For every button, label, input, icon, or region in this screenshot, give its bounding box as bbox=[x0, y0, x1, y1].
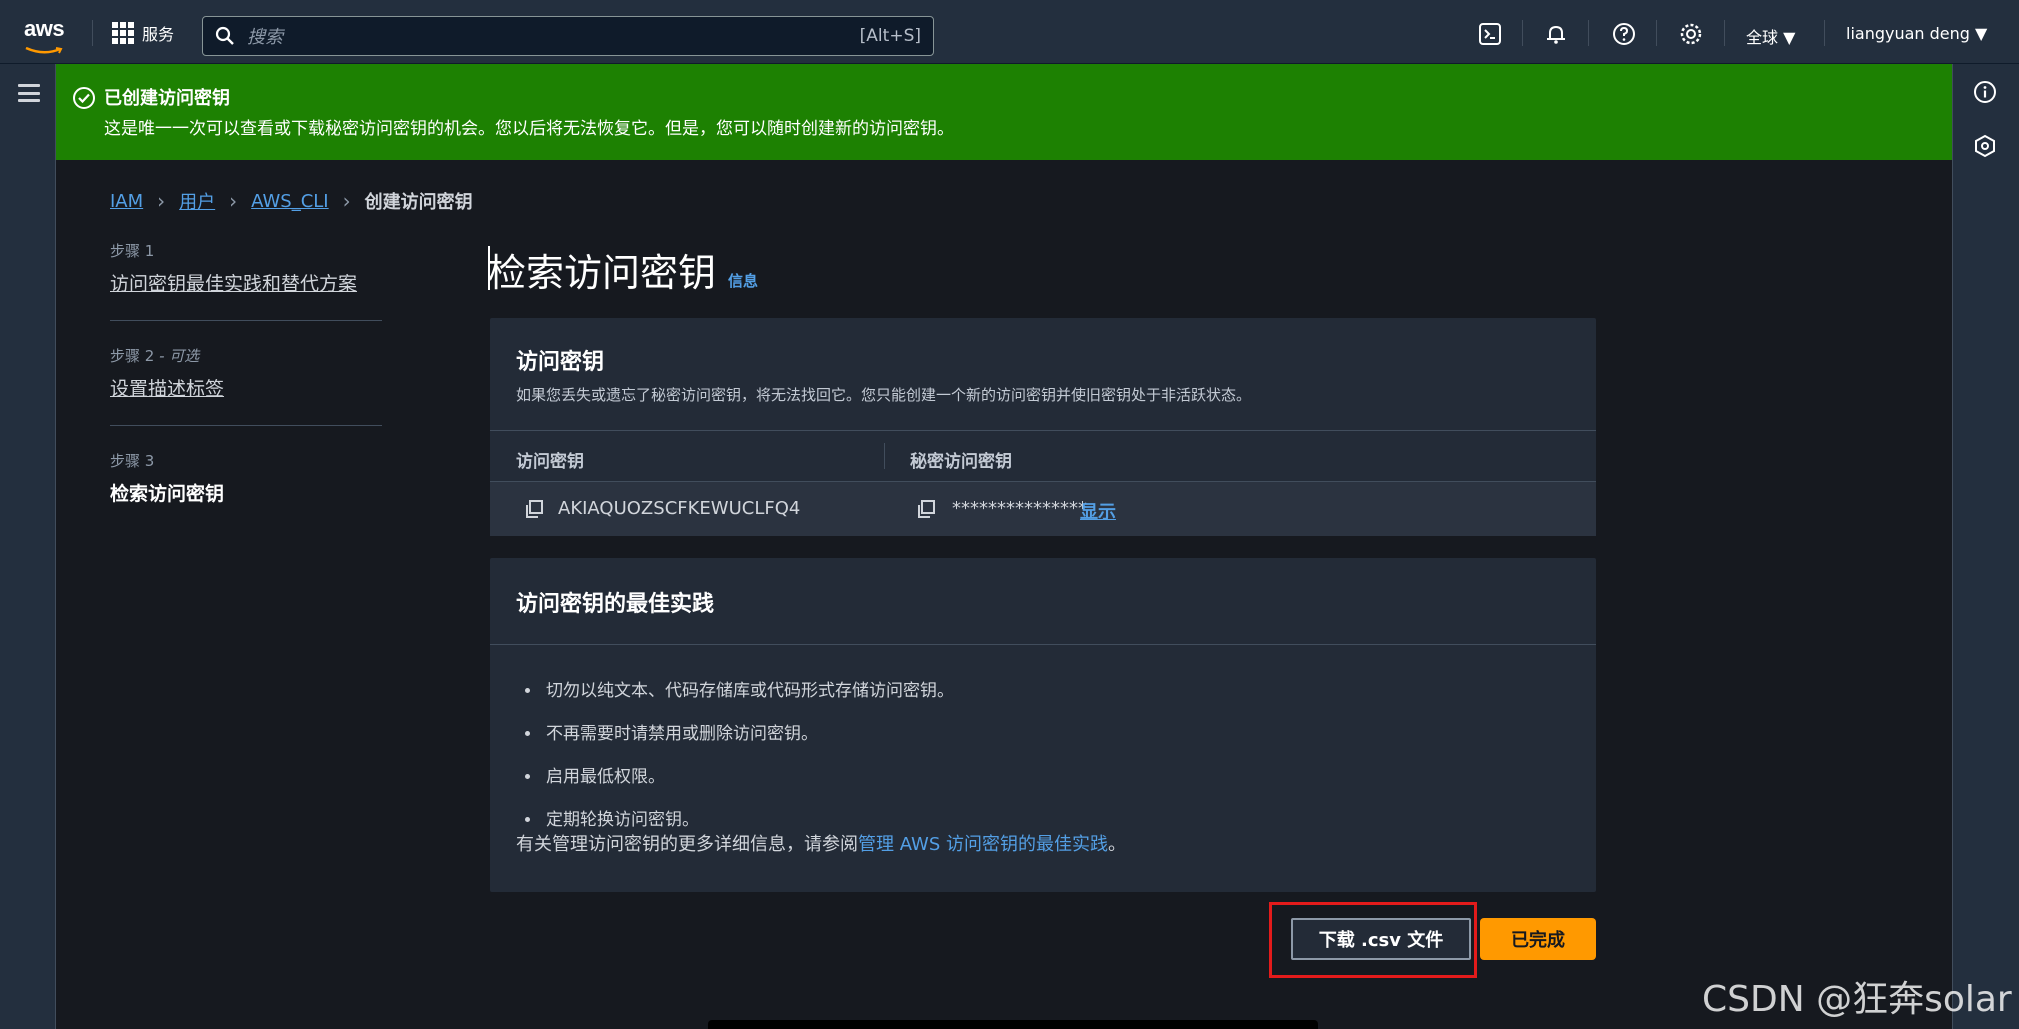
step-optional-label: - 可选 bbox=[154, 347, 200, 365]
chevron-right-icon: › bbox=[229, 189, 238, 213]
cloudshell-icon[interactable] bbox=[1478, 22, 1502, 46]
nav-separator bbox=[1522, 20, 1523, 46]
step-current-retrieve: 检索访问密钥 bbox=[110, 483, 225, 505]
divider bbox=[490, 644, 1596, 645]
top-navigation: aws 服务 搜索 [Alt+S] 全球 ▼ liangyuan deng ▼ bbox=[0, 0, 2019, 64]
hamburger-menu-icon[interactable] bbox=[18, 84, 40, 102]
gear-icon[interactable] bbox=[1679, 22, 1703, 46]
search-shortcut-hint: [Alt+S] bbox=[859, 26, 921, 46]
breadcrumb-aws-cli[interactable]: AWS_CLI bbox=[251, 191, 328, 212]
copy-icon[interactable] bbox=[524, 499, 544, 519]
left-navigation-rail bbox=[0, 64, 56, 1029]
success-flash-banner: 已创建访问密钥 这是唯一一次可以查看或下载秘密访问密钥的机会。您以后将无法恢复它… bbox=[56, 64, 1952, 160]
list-item: 不再需要时请禁用或删除访问密钥。 bbox=[542, 719, 954, 744]
list-item: 定期轮换访问密钥。 bbox=[542, 805, 954, 830]
access-key-title: 访问密钥 bbox=[516, 350, 605, 375]
chevron-right-icon: › bbox=[342, 189, 351, 213]
step-link-tags[interactable]: 设置描述标签 bbox=[110, 374, 382, 401]
aws-logo-text: aws bbox=[24, 16, 65, 41]
search-placeholder: 搜索 bbox=[247, 27, 283, 48]
search-icon bbox=[215, 26, 234, 45]
cube-icon[interactable] bbox=[1973, 134, 1997, 158]
account-menu[interactable]: liangyuan deng ▼ bbox=[1846, 24, 1987, 43]
help-icon[interactable] bbox=[1612, 22, 1636, 46]
more-info-text: 有关管理访问密钥的更多详细信息，请参阅管理 AWS 访问密钥的最佳实践。 bbox=[516, 834, 1126, 855]
step-number: 步骤 1 bbox=[110, 242, 155, 260]
breadcrumb-current: 创建访问密钥 bbox=[364, 192, 473, 213]
nav-separator bbox=[1656, 20, 1657, 46]
access-key-value: AKIAQUOZSCFKEWUCLFQ4 bbox=[558, 498, 801, 519]
bottom-bar bbox=[708, 1020, 1318, 1029]
best-practices-link[interactable]: 管理 AWS 访问密钥的最佳实践 bbox=[858, 834, 1108, 855]
search-input[interactable]: 搜索 [Alt+S] bbox=[202, 16, 934, 56]
step-number: 步骤 2 - 可选 bbox=[110, 347, 200, 365]
success-check-icon bbox=[73, 87, 95, 109]
wizard-step-2: 步骤 2 - 可选 设置描述标签 bbox=[110, 345, 382, 426]
access-key-header: 访问密钥 如果您丢失或遗忘了秘密访问密钥，将无法找回它。您只能创建一个新的访问密… bbox=[516, 344, 1251, 405]
nav-separator bbox=[1824, 20, 1825, 46]
show-secret-link[interactable]: 显示 bbox=[1080, 498, 1116, 524]
best-practices-title: 访问密钥的最佳实践 bbox=[516, 592, 715, 617]
access-key-description: 如果您丢失或遗忘了秘密访问密钥，将无法找回它。您只能创建一个新的访问密钥并使旧密… bbox=[516, 386, 1252, 404]
region-selector[interactable]: 全球 ▼ bbox=[1746, 24, 1795, 48]
watermark: CSDN @狂奔solar bbox=[1702, 979, 2012, 1020]
nav-separator bbox=[1588, 20, 1589, 46]
access-key-container: 访问密钥 如果您丢失或遗忘了秘密访问密钥，将无法找回它。您只能创建一个新的访问密… bbox=[490, 318, 1596, 536]
done-button[interactable]: 已完成 bbox=[1480, 918, 1596, 960]
wizard-step-3: 步骤 3 检索访问密钥 bbox=[110, 450, 382, 530]
column-divider bbox=[884, 443, 885, 469]
secret-key-masked: *************** bbox=[952, 498, 1087, 519]
column-header-secret-key: 秘密访问密钥 bbox=[910, 452, 1012, 472]
page-header: 检索访问密钥 信息 bbox=[488, 242, 758, 297]
best-practices-container: 访问密钥的最佳实践 切勿以纯文本、代码存储库或代码形式存储访问密钥。 不再需要时… bbox=[490, 558, 1596, 892]
step-number: 步骤 3 bbox=[110, 452, 155, 470]
breadcrumb: IAM › 用户 › AWS_CLI › 创建访问密钥 bbox=[110, 188, 473, 214]
download-csv-button[interactable]: 下载 .csv 文件 bbox=[1291, 918, 1471, 960]
nav-separator bbox=[92, 20, 93, 46]
column-header-access-key: 访问密钥 bbox=[516, 452, 584, 472]
services-label: 服务 bbox=[142, 25, 175, 44]
right-tools-rail bbox=[1952, 64, 2019, 1029]
breadcrumb-iam[interactable]: IAM bbox=[110, 191, 143, 212]
copy-icon[interactable] bbox=[916, 499, 936, 519]
flash-title: 已创建访问密钥 bbox=[104, 88, 230, 109]
flash-message: 这是唯一一次可以查看或下载秘密访问密钥的机会。您以后将无法恢复它。但是，您可以随… bbox=[104, 119, 954, 139]
page-title: 检索访问密钥 bbox=[488, 251, 717, 295]
bell-icon[interactable] bbox=[1544, 22, 1568, 46]
breadcrumb-users[interactable]: 用户 bbox=[179, 188, 215, 214]
list-item: 启用最低权限。 bbox=[542, 762, 954, 787]
aws-logo[interactable]: aws bbox=[24, 16, 68, 54]
info-link[interactable]: 信息 bbox=[728, 270, 758, 291]
list-item: 切勿以纯文本、代码存储库或代码形式存储访问密钥。 bbox=[542, 676, 954, 701]
aws-smile-icon bbox=[25, 46, 63, 54]
best-practices-header: 访问密钥的最佳实践 bbox=[516, 586, 714, 618]
info-icon[interactable] bbox=[1973, 80, 1997, 104]
best-practices-list: 切勿以纯文本、代码存储库或代码形式存储访问密钥。 不再需要时请禁用或删除访问密钥… bbox=[542, 676, 954, 848]
services-menu[interactable]: 服务 bbox=[112, 20, 174, 46]
grid-icon bbox=[112, 22, 134, 44]
chevron-right-icon: › bbox=[157, 189, 166, 213]
table-header: 访问密钥 秘密访问密钥 bbox=[490, 430, 1596, 482]
table-row: AKIAQUOZSCFKEWUCLFQ4 *************** 显示 bbox=[490, 482, 1596, 536]
wizard-steps: 步骤 1 访问密钥最佳实践和替代方案 步骤 2 - 可选 设置描述标签 步骤 3… bbox=[110, 240, 382, 554]
step-link-best-practices[interactable]: 访问密钥最佳实践和替代方案 bbox=[110, 269, 382, 296]
nav-separator bbox=[1724, 20, 1725, 46]
wizard-step-1: 步骤 1 访问密钥最佳实践和替代方案 bbox=[110, 240, 382, 321]
